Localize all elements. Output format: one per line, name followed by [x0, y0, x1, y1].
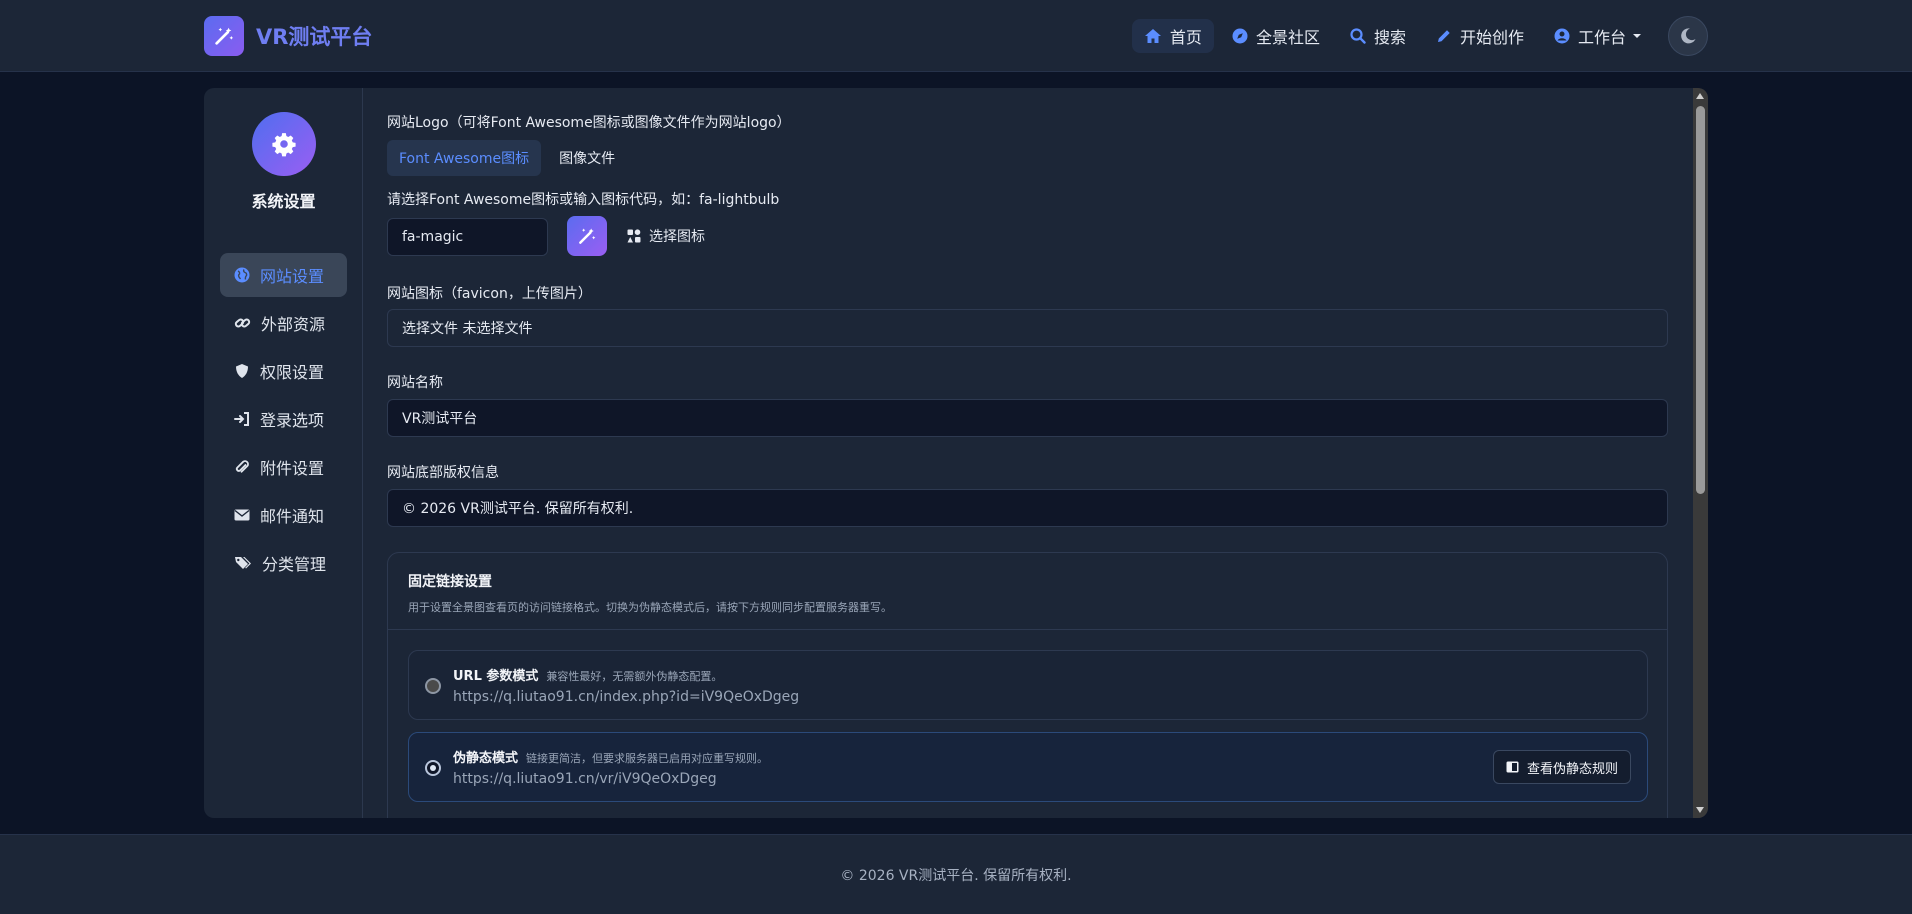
icons-grid-icon: [627, 229, 641, 243]
globe-icon: [234, 267, 250, 283]
option-url: https://q.liutao91.cn/vr/iV9QeOxDgeg: [453, 771, 717, 787]
sidebar-item-email-notifications[interactable]: 邮件通知: [220, 493, 347, 537]
sidebar-item-label: 外部资源: [261, 315, 326, 334]
caret-down-icon: [1633, 34, 1641, 38]
option-title: 伪静态模式 链接更简洁，但要求服务器已启用对应重写规则。: [453, 747, 768, 766]
shield-icon: [236, 364, 248, 378]
permalink-option-rewrite[interactable]: 伪静态模式 链接更简洁，但要求服务器已启用对应重写规则。 https://q.li…: [408, 732, 1648, 802]
permalink-card: 固定链接设置 用于设置全景图查看页的访问链接格式。切换为伪静态模式后，请按下方规…: [387, 552, 1668, 818]
search-icon: [1350, 28, 1366, 44]
settings-avatar: [252, 112, 316, 176]
nav-item-label: 搜索: [1373, 28, 1406, 47]
option-note: 兼容性最好，无需额外伪静态配置。: [546, 670, 723, 683]
brand-name: VR测试平台: [256, 25, 373, 49]
favicon-label: 网站图标（favicon，上传图片）: [387, 286, 592, 302]
sidebar-item-label: 权限设置: [260, 363, 325, 382]
site-name-label: 网站名称: [387, 375, 443, 391]
nav-item-create[interactable]: 开始创作: [1424, 19, 1536, 53]
home-icon: [1144, 29, 1161, 43]
tab-image-file[interactable]: 图像文件: [547, 140, 627, 176]
option-title-text: URL 参数模式: [453, 669, 539, 684]
permalink-description: 用于设置全景图查看页的访问链接格式。切换为伪静态模式后，请按下方规则同步配置服务…: [408, 601, 892, 614]
scroll-up-arrow-icon[interactable]: [1696, 93, 1704, 99]
scroll-thumb[interactable]: [1696, 106, 1705, 494]
nav-item-label: 开始创作: [1459, 28, 1524, 47]
radio-rewrite[interactable]: [425, 760, 441, 776]
nav-item-label: 工作台: [1577, 28, 1626, 47]
link-icon: [234, 318, 251, 328]
permalink-option-url-param[interactable]: URL 参数模式 兼容性最好，无需额外伪静态配置。 https://q.liuta…: [408, 650, 1648, 720]
icon-hint: 请选择Font Awesome图标或输入图标代码，如：fa-lightbulb: [387, 192, 780, 208]
magic-wand-icon: [204, 16, 244, 56]
sidebar-title: 系统设置: [251, 192, 316, 211]
sidebar-item-site-settings[interactable]: 网站设置: [220, 253, 347, 297]
nav-item-label: 首页: [1169, 28, 1202, 47]
magic-wand-icon: [579, 228, 596, 244]
copyright-label: 网站底部版权信息: [387, 465, 499, 481]
sidebar-menu: 网站设置 外部资源 权限设置 登录选项 附件设置 邮件通知 分类管理: [220, 253, 347, 589]
icon-preview: [567, 216, 607, 256]
choose-icon-button[interactable]: 选择图标: [627, 216, 705, 256]
permalink-title: 固定链接设置: [408, 574, 492, 590]
settings-main: 网站Logo（可将Font Awesome图标或图像文件作为网站logo） Fo…: [363, 88, 1693, 818]
paperclip-icon: [235, 460, 249, 473]
gear-icon: [272, 133, 296, 157]
sign-in-icon: [234, 412, 249, 426]
view-rewrite-rules-button[interactable]: 查看伪静态规则: [1492, 750, 1631, 784]
logo-label: 网站Logo（可将Font Awesome图标或图像文件作为网站logo）: [387, 115, 791, 131]
choose-icon-label: 选择图标: [649, 229, 705, 245]
option-url: https://q.liutao91.cn/index.php?id=iV9Qe…: [453, 689, 800, 705]
option-title: URL 参数模式 兼容性最好，无需额外伪静态配置。: [453, 665, 722, 684]
option-title-text: 伪静态模式: [453, 751, 519, 766]
scrollbar[interactable]: [1693, 88, 1708, 818]
logo-type-tabs: Font Awesome图标 图像文件: [387, 140, 633, 176]
nav-menu: 首页 全景社区 搜索 开始创作 工作台: [1126, 16, 1708, 56]
sidebar-item-external-resources[interactable]: 外部资源: [220, 301, 347, 345]
tags-icon: [235, 557, 251, 569]
sidebar-item-login-options[interactable]: 登录选项: [220, 397, 347, 441]
sidebar-item-label: 登录选项: [260, 411, 325, 430]
settings-sidebar: 系统设置 网站设置 外部资源 权限设置 登录选项 附件设置 邮件通知 分类管理: [204, 88, 363, 818]
copyright-input[interactable]: © 2026 VR测试平台. 保留所有权利.: [387, 489, 1668, 527]
sidebar-item-label: 邮件通知: [260, 507, 325, 526]
option-note: 链接更简洁，但要求服务器已启用对应重写规则。: [526, 752, 769, 765]
settings-panel: 系统设置 网站设置 外部资源 权限设置 登录选项 附件设置 邮件通知 分类管理 …: [204, 88, 1708, 818]
nav-item-home[interactable]: 首页: [1131, 19, 1214, 53]
icon-code-input[interactable]: fa-magic: [387, 218, 548, 256]
compass-icon: [1232, 28, 1248, 44]
nav-item-community[interactable]: 全景社区: [1220, 19, 1332, 53]
sidebar-item-label: 网站设置: [260, 267, 325, 286]
permalink-card-header: 固定链接设置 用于设置全景图查看页的访问链接格式。切换为伪静态模式后，请按下方规…: [388, 553, 1667, 630]
moon-icon: [1681, 28, 1696, 44]
nav-item-search[interactable]: 搜索: [1338, 19, 1418, 53]
theme-toggle-button[interactable]: [1668, 16, 1708, 56]
top-navbar: VR测试平台 首页 全景社区 搜索 开始创作 工作台: [0, 0, 1912, 72]
footer-copyright: © 2026 VR测试平台. 保留所有权利.: [840, 867, 1072, 884]
sidebar-item-permissions[interactable]: 权限设置: [220, 349, 347, 393]
sidebar-item-categories[interactable]: 分类管理: [220, 541, 347, 585]
radio-url-param[interactable]: [425, 678, 441, 694]
pencil-icon: [1437, 30, 1450, 42]
brand[interactable]: VR测试平台: [204, 16, 372, 56]
scroll-down-arrow-icon[interactable]: [1696, 807, 1704, 813]
book-icon: [1506, 761, 1519, 773]
tab-font-awesome[interactable]: Font Awesome图标: [387, 140, 542, 176]
user-circle-icon: [1554, 28, 1570, 44]
site-name-input[interactable]: VR测试平台: [387, 399, 1668, 437]
rule-button-label: 查看伪静态规则: [1526, 761, 1618, 777]
nav-item-workspace[interactable]: 工作台: [1542, 19, 1654, 53]
sidebar-item-label: 分类管理: [262, 555, 327, 574]
envelope-icon: [234, 509, 250, 521]
page-footer: © 2026 VR测试平台. 保留所有权利.: [0, 834, 1912, 914]
sidebar-item-attachments[interactable]: 附件设置: [220, 445, 347, 489]
nav-item-label: 全景社区: [1255, 28, 1320, 47]
sidebar-item-label: 附件设置: [260, 459, 325, 478]
favicon-file-input[interactable]: 选择文件 未选择文件: [387, 309, 1668, 347]
